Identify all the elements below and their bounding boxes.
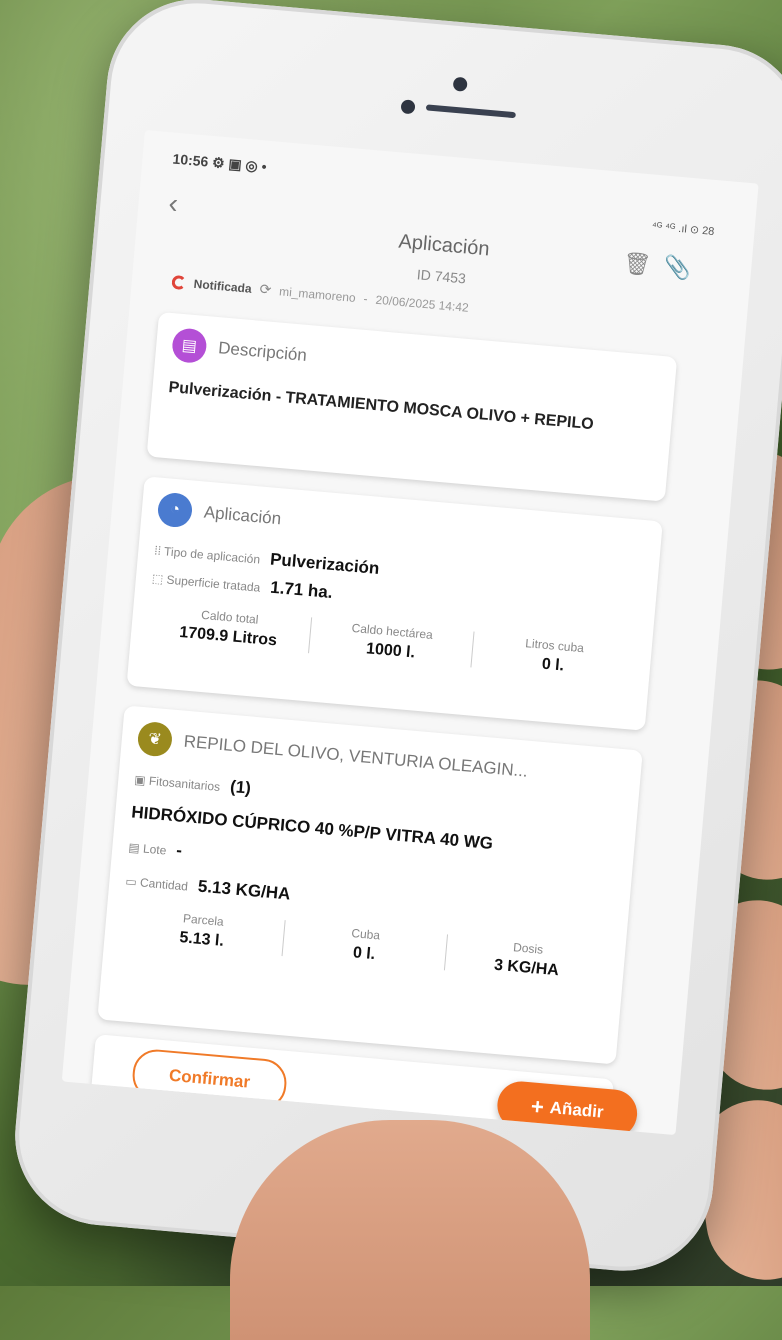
status-ring-icon xyxy=(171,274,187,290)
leaf-icon: ❦ xyxy=(136,720,174,758)
application-card[interactable]: ◔ Aplicación ⁞⁞ Tipo de aplicación Pulve… xyxy=(126,476,663,731)
application-title: Aplicación xyxy=(203,502,282,529)
lot-label: ▤ Lote xyxy=(127,840,167,858)
phyto-label: ▣ Fitosanitarios xyxy=(133,772,221,794)
type-value: Pulverización xyxy=(269,549,381,579)
stat-plot: Parcela 5.13 l. xyxy=(120,906,286,957)
stat-tank: Litros cuba 0 l. xyxy=(524,636,585,675)
add-button-label: Añadir xyxy=(549,1098,605,1122)
stat-dose: Dosis 3 KG/HA xyxy=(493,940,560,980)
surface-label: ⬚ Superficie tratada xyxy=(151,571,261,595)
status-bar-left: 10:56 ⚙ ▣ ◎ • xyxy=(172,151,267,176)
trash-icon[interactable]: 🗑 xyxy=(622,250,652,278)
stat-total: Caldo total 1709.9 Litros xyxy=(146,603,313,654)
treatment-card[interactable]: ❦ REPILO DEL OLIVO, VENTURIA OLEAGIN... … xyxy=(97,705,643,1065)
treatment-title: REPILO DEL OLIVO, VENTURIA OLEAGIN... xyxy=(183,731,529,781)
type-label: ⁞⁞ Tipo de aplicación xyxy=(153,543,261,567)
sync-icon: ⟳ xyxy=(258,280,273,298)
qty-label: ▭ Cantidad xyxy=(124,874,189,894)
record-user: mi_mamoreno xyxy=(278,283,357,305)
app-screen: 10:56 ⚙ ▣ ◎ • ⁴ᴳ ⁴ᴳ .ıl ⊙ 28 ‹ Aplicació… xyxy=(61,129,759,1136)
qty-value: 5.13 KG/HA xyxy=(197,876,292,904)
record-datetime: 20/06/2025 14:42 xyxy=(374,292,470,315)
description-card[interactable]: ▤ Descripción Pulverización - TRATAMIENT… xyxy=(146,311,678,502)
phone: 10:56 ⚙ ▣ ◎ • ⁴ᴳ ⁴ᴳ .ıl ⊙ 28 ‹ Aplicació… xyxy=(7,0,782,1279)
status-icons: ⚙ ▣ ◎ • xyxy=(211,153,268,175)
plus-icon: + xyxy=(529,1093,545,1120)
lot-value: - xyxy=(175,840,183,860)
description-icon: ▤ xyxy=(170,327,208,365)
gauge-icon: ◔ xyxy=(156,491,194,529)
status-label: Notificada xyxy=(193,276,253,296)
phyto-count: (1) xyxy=(229,776,252,798)
stat-hectare: Caldo hectárea 1000 l. xyxy=(309,617,475,668)
status-bar-right: ⁴ᴳ ⁴ᴳ .ıl ⊙ 28 xyxy=(651,220,715,238)
attachment-icon[interactable]: 📎 xyxy=(663,254,692,282)
status-time: 10:56 xyxy=(171,150,210,170)
surface-value: 1.71 ha. xyxy=(269,577,334,603)
description-title: Descripción xyxy=(217,338,308,365)
stat-cuba: Cuba 0 l. xyxy=(282,920,449,971)
